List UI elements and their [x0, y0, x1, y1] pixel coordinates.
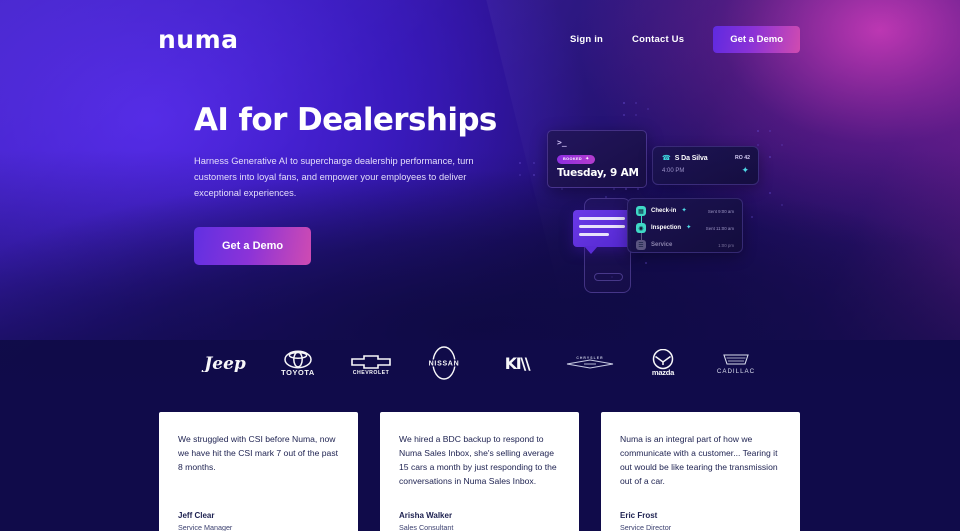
phone-icon: ☎	[662, 155, 671, 162]
numa-logo[interactable]: numa	[158, 27, 239, 52]
timeline-item-inspection: ◉ Inspection ✦	[636, 223, 691, 233]
hero-content: AI for Dealerships Harness Generative AI…	[194, 102, 504, 266]
svg-text:NISSAN: NISSAN	[428, 361, 459, 368]
terminal-booking-card: >_ BOOKED ✦ Tuesday, 9 AM	[547, 130, 647, 188]
testimonial-author: Eric Frost Service Director	[620, 511, 781, 531]
phone-home-bar	[594, 273, 623, 281]
testimonial-quote: We hired a BDC backup to respond to Numa…	[399, 434, 557, 486]
hero-get-a-demo-button[interactable]: Get a Demo	[194, 227, 312, 266]
brand-logo-mazda: mazda	[626, 341, 699, 385]
testimonial-quote: Numa is an integral part of how we commu…	[620, 434, 778, 486]
sparkle-icon: ✦	[585, 156, 590, 162]
testimonial-card: Numa is an integral part of how we commu…	[601, 412, 800, 531]
timeline-time: Sent 9:00 am	[707, 209, 734, 214]
timeline-time: 1:00 pm	[718, 243, 734, 248]
testimonial-author: Arisha Walker Sales Consultant	[399, 511, 560, 531]
top-navigation: numa Sign in Contact Us Get a Demo	[0, 0, 960, 76]
testimonial-cards: We struggled with CSI before Numa, now w…	[159, 412, 801, 531]
timeline-label: Inspection	[651, 225, 682, 231]
hero-subtitle: Harness Generative AI to supercharge dea…	[194, 156, 474, 199]
booking-datetime: Tuesday, 9 AM	[557, 167, 639, 179]
chat-bubble-icon	[573, 210, 631, 254]
booked-badge: BOOKED ✦	[557, 155, 596, 164]
terminal-prompt-icon: >_	[557, 138, 567, 147]
svg-text:CHRYSLER: CHRYSLER	[576, 356, 603, 360]
svg-text:CADILLAC: CADILLAC	[716, 368, 754, 375]
nav-links-group: Sign in Contact Us Get a Demo	[570, 26, 800, 53]
sparkle-icon: ✦	[741, 165, 749, 175]
nav-link-sign-in[interactable]: Sign in	[570, 34, 603, 45]
testimonial-quote: We struggled with CSI before Numa, now w…	[178, 434, 339, 472]
brand-logo-toyota: TOYOTA	[261, 341, 334, 385]
nav-link-contact-us[interactable]: Contact Us	[632, 34, 684, 45]
testimonial-name: Eric Frost	[620, 510, 658, 520]
booked-badge-label: BOOKED	[563, 156, 583, 161]
timeline-item-service: ☰ Service	[636, 240, 672, 250]
sparkle-icon: ✦	[686, 223, 692, 231]
nav-get-a-demo-button[interactable]: Get a Demo	[713, 26, 800, 53]
testimonial-role: Service Director	[620, 522, 672, 531]
timeline-label: Check-in	[651, 208, 677, 214]
brand-logo-cadillac: CADILLAC	[699, 341, 772, 385]
sparkle-icon: ✦	[681, 206, 687, 214]
timeline-label: Service	[651, 242, 673, 248]
svg-text:mazda: mazda	[651, 368, 674, 377]
testimonial-name: Jeff Clear	[178, 510, 215, 520]
testimonial-name: Arisha Walker	[399, 510, 453, 520]
timeline-time: Sent 11:00 am	[705, 226, 734, 231]
call-header: ☎ S Da Silva	[662, 155, 708, 162]
brand-logo-chrysler: CHRYSLER	[553, 341, 626, 385]
testimonial-role: Sales Consultant	[399, 522, 454, 531]
gauge-icon: ◉	[636, 223, 646, 233]
brand-logo-kia: KI\\	[480, 341, 553, 385]
hero-illustration: >_ BOOKED ✦ Tuesday, 9 AM ☎ S Da Silva R…	[505, 100, 805, 295]
wrench-icon: ☰	[636, 240, 646, 250]
svg-text:Jeep: Jeep	[201, 354, 246, 372]
service-timeline-card: ▦ Check-in ✦ Sent 9:00 am ◉ Inspection ✦…	[627, 198, 743, 253]
hero-title: AI for Dealerships	[194, 102, 497, 138]
brand-logo-nissan: NISSAN	[407, 341, 480, 385]
brand-logo-strip: Jeep TOYOTA CHEVROLET NISSAN KI\\ CHRYSL…	[0, 334, 960, 392]
repair-order-number: RO 42	[734, 155, 750, 161]
caller-name: S Da Silva	[674, 155, 708, 162]
landing-page: numa Sign in Contact Us Get a Demo AI fo…	[0, 0, 960, 531]
testimonial-card: We struggled with CSI before Numa, now w…	[159, 412, 358, 531]
svg-text:TOYOTA: TOYOTA	[281, 368, 315, 376]
brand-logo-chevrolet: CHEVROLET	[334, 341, 407, 385]
svg-text:KI\\: KI\\	[504, 354, 530, 372]
call-time: 4:00 PM	[662, 168, 685, 174]
testimonial-role: Service Manager	[178, 522, 233, 531]
timeline-item-check-in: ▦ Check-in ✦	[636, 206, 687, 216]
testimonial-author: Jeff Clear Service Manager	[178, 511, 339, 531]
testimonial-card: We hired a BDC backup to respond to Numa…	[380, 412, 579, 531]
clipboard-icon: ▦	[636, 206, 646, 216]
svg-text:CHEVROLET: CHEVROLET	[352, 370, 389, 375]
brand-logo-jeep: Jeep	[188, 341, 261, 385]
incoming-call-card: ☎ S Da Silva RO 42 4:00 PM ✦	[652, 146, 759, 185]
